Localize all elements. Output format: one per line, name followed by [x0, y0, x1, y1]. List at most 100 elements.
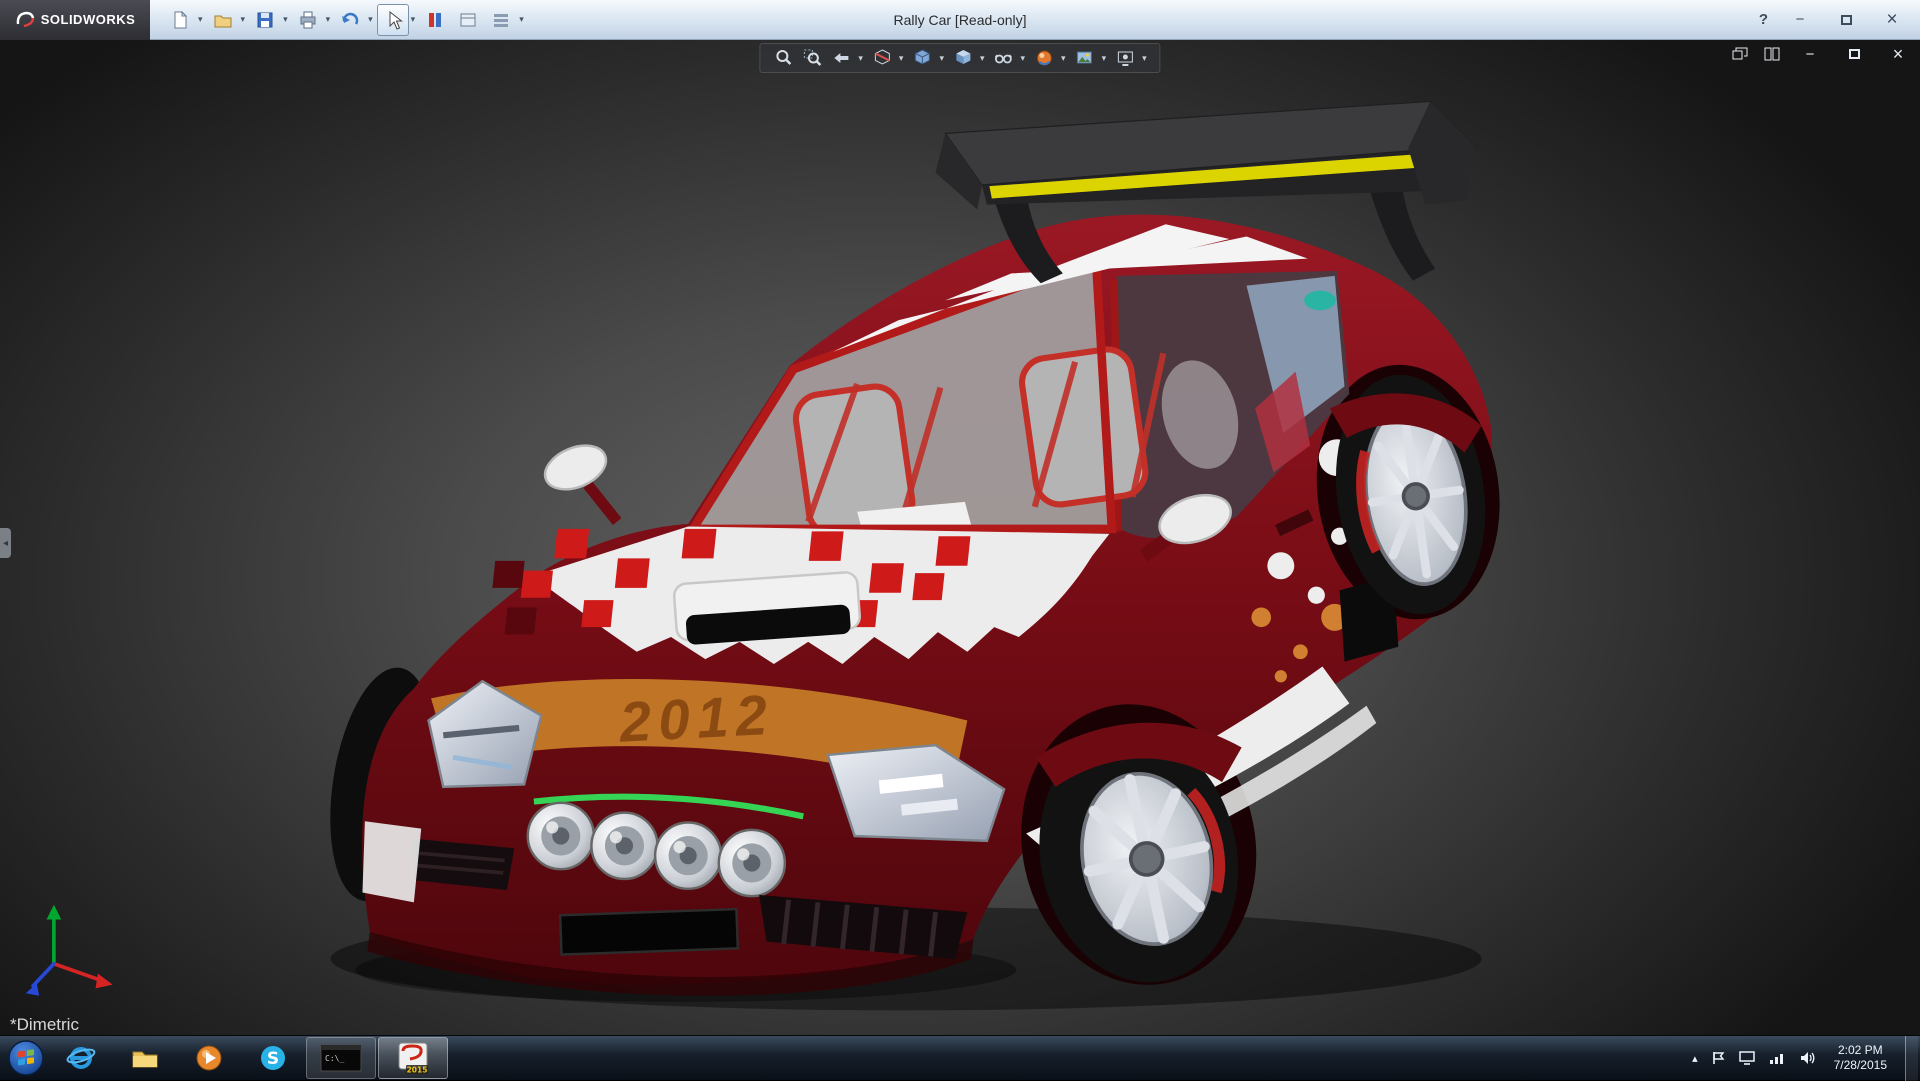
minimize-button[interactable]: −: [1786, 11, 1814, 29]
zoom-to-fit-icon: [773, 48, 793, 68]
clock-time: 2:02 PM: [1834, 1043, 1887, 1058]
dropdown-caret[interactable]: ▾: [1021, 53, 1026, 64]
dropdown-caret[interactable]: ▾: [899, 53, 904, 64]
mirror-left-stalk: [588, 485, 617, 522]
section-view-icon: [872, 48, 892, 68]
dropdown-caret[interactable]: ▾: [1061, 53, 1066, 64]
edit-appearance-button[interactable]: [1031, 46, 1057, 70]
open-document-button[interactable]: [207, 4, 239, 36]
year-decal: 2012: [617, 683, 776, 754]
xpress-tools-button[interactable]: [419, 4, 451, 36]
bumper-white-stripe: [362, 821, 421, 902]
dropdown-caret[interactable]: ▾: [326, 14, 331, 25]
internet-explorer-icon: [65, 1042, 97, 1074]
taskbar-clock[interactable]: 2:02 PM 7/28/2015: [1828, 1043, 1893, 1073]
maximize-button[interactable]: [1832, 11, 1860, 29]
solidworks-logo-icon: [15, 10, 35, 30]
taskbar-item-command-prompt[interactable]: C:\_: [306, 1037, 376, 1079]
zoom-to-area-button[interactable]: [799, 46, 825, 70]
taskbar-item-solidworks[interactable]: 2015: [378, 1037, 448, 1079]
view-settings-button[interactable]: [1112, 46, 1138, 70]
dropdown-caret[interactable]: ▾: [241, 14, 246, 25]
mirror-left: [539, 437, 613, 497]
dropdown-caret[interactable]: ▾: [1102, 53, 1107, 64]
doc-restore-button[interactable]: [1840, 45, 1868, 63]
xpress-tools-icon: [424, 9, 446, 31]
save-button[interactable]: [249, 4, 281, 36]
network-icon[interactable]: [1768, 1050, 1786, 1066]
taskbar-item-windows-explorer[interactable]: [114, 1037, 176, 1079]
brand-text: SOLIDWORKS: [41, 12, 136, 27]
cascade-windows-icon[interactable]: [1732, 47, 1748, 61]
dropdown-caret[interactable]: ▾: [980, 53, 985, 64]
apply-scene-button[interactable]: [1072, 46, 1098, 70]
doc-close-button[interactable]: ×: [1884, 45, 1912, 63]
dropdown-caret[interactable]: ▾: [198, 14, 203, 25]
taskbar: S C:\_ 2015 ▴: [0, 1035, 1920, 1080]
print-button[interactable]: [292, 4, 324, 36]
rally-car-model[interactable]: 2012: [315, 101, 1515, 1007]
taskbar-item-internet-explorer[interactable]: [50, 1037, 112, 1079]
options-button[interactable]: [485, 4, 517, 36]
open-folder-icon: [212, 9, 234, 31]
section-view-button[interactable]: [869, 46, 895, 70]
solidworks-app-icon: 2015: [396, 1041, 430, 1075]
graphics-viewport[interactable]: 2012: [0, 40, 1920, 1035]
media-player-icon: [193, 1042, 225, 1074]
dropdown-caret[interactable]: ▾: [368, 14, 373, 25]
close-button[interactable]: ×: [1878, 11, 1906, 29]
dropdown-caret[interactable]: ▾: [858, 53, 863, 64]
command-prompt-icon: C:\_: [319, 1043, 363, 1073]
maximize-icon: [1841, 15, 1852, 25]
volume-icon[interactable]: [1798, 1050, 1816, 1066]
new-document-button[interactable]: [164, 4, 196, 36]
hide-show-items-button[interactable]: [991, 46, 1017, 70]
dropdown-caret[interactable]: ▾: [939, 53, 944, 64]
apply-scene-icon: [1075, 48, 1095, 68]
edit-appearance-icon: [1034, 48, 1054, 68]
tile-windows-icon[interactable]: [1764, 47, 1780, 61]
options-list-icon: [490, 9, 512, 31]
show-desktop-button[interactable]: [1905, 1036, 1918, 1081]
display-style-button[interactable]: [950, 46, 976, 70]
help-button[interactable]: ?: [1759, 11, 1768, 28]
view-settings-icon: [1115, 48, 1135, 68]
panel-collapse-tab[interactable]: ◂: [0, 528, 11, 558]
skype-icon: S: [257, 1042, 289, 1074]
select-cursor-icon: [382, 9, 404, 31]
start-button[interactable]: [3, 1036, 49, 1081]
display-icon[interactable]: [1738, 1050, 1756, 1066]
hidden-icons-chevron[interactable]: ▴: [1692, 1052, 1698, 1065]
dropdown-caret[interactable]: ▾: [1142, 53, 1147, 64]
doc-restore-icon: [1849, 49, 1860, 59]
previous-view-icon: [831, 48, 851, 68]
hide-show-icon: [994, 48, 1014, 68]
dropdown-caret[interactable]: ▾: [519, 14, 524, 25]
doc-minimize-button[interactable]: −: [1796, 45, 1824, 63]
interior-accent: [1304, 291, 1336, 311]
zoom-to-area-icon: [802, 48, 822, 68]
svg-text:S: S: [267, 1049, 279, 1069]
main-toolbar: ▾ ▾ ▾ ▾ ▾: [164, 4, 527, 36]
solidworks-logo: SOLIDWORKS: [0, 0, 150, 40]
license-plate: [560, 909, 738, 954]
dropdown-caret[interactable]: ▾: [411, 14, 416, 25]
hood-scoop: [673, 572, 860, 646]
save-icon: [254, 9, 276, 31]
select-button[interactable]: [377, 4, 409, 36]
clock-date: 7/28/2015: [1834, 1058, 1887, 1073]
view-orientation-button[interactable]: [909, 46, 935, 70]
action-center-flag-icon[interactable]: [1710, 1050, 1726, 1066]
undo-button[interactable]: [334, 4, 366, 36]
window-display-button[interactable]: [452, 4, 484, 36]
dropdown-caret[interactable]: ▾: [283, 14, 288, 25]
windows-start-icon: [7, 1039, 45, 1077]
svg-text:C:\_: C:\_: [325, 1054, 344, 1063]
window-title: Rally Car [Read-only]: [893, 0, 1026, 40]
previous-view-button[interactable]: [828, 46, 854, 70]
view-orientation-icon: [912, 48, 932, 68]
3d-scene[interactable]: 2012: [0, 40, 1920, 1035]
zoom-to-fit-button[interactable]: [770, 46, 796, 70]
taskbar-item-skype[interactable]: S: [242, 1037, 304, 1079]
taskbar-item-media-player[interactable]: [178, 1037, 240, 1079]
